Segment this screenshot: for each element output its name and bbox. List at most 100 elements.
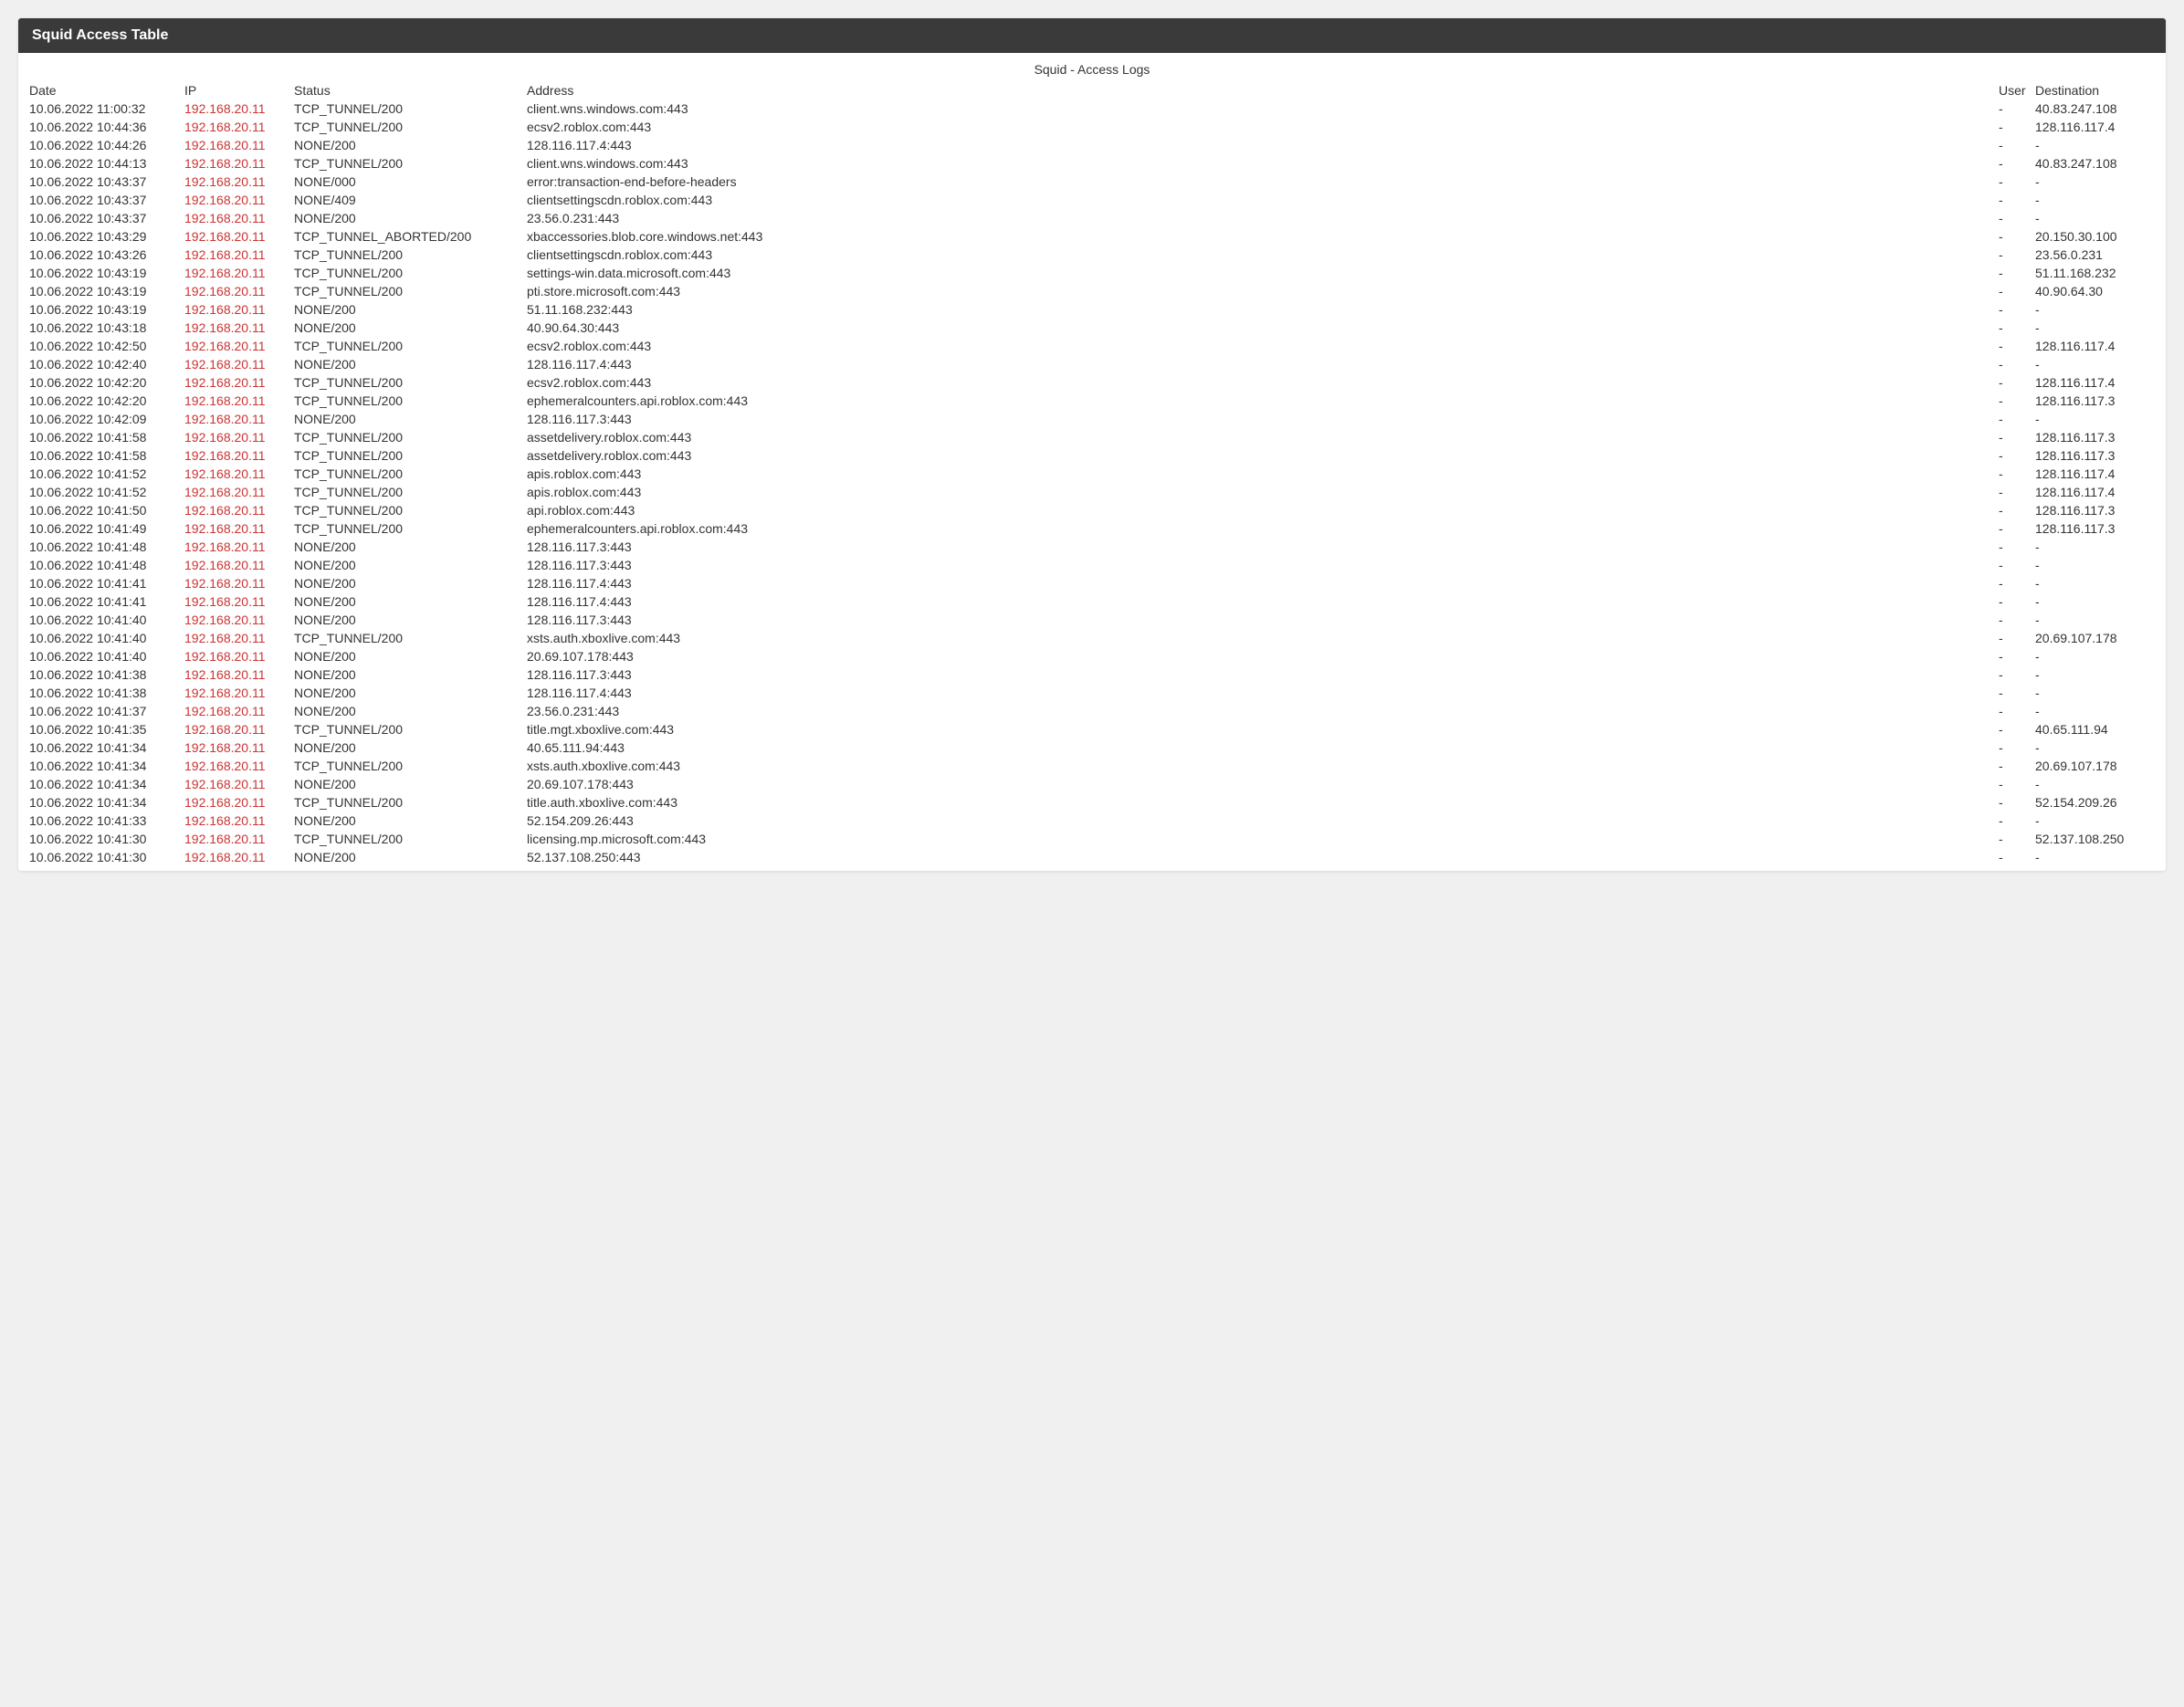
ip-link[interactable]: 192.168.20.11 (184, 156, 266, 171)
ip-link[interactable]: 192.168.20.11 (184, 193, 266, 207)
ip-link[interactable]: 192.168.20.11 (184, 704, 266, 718)
ip-link[interactable]: 192.168.20.11 (184, 430, 266, 445)
col-header-ip[interactable]: IP (183, 81, 292, 99)
cell-ip: 192.168.20.11 (183, 136, 292, 154)
cell-user: - (1997, 483, 2033, 501)
cell-address: 128.116.117.3:443 (525, 611, 1997, 629)
cell-destination: 20.69.107.178 (2033, 629, 2157, 647)
ip-link[interactable]: 192.168.20.11 (184, 211, 266, 225)
ip-link[interactable]: 192.168.20.11 (184, 284, 266, 298)
ip-link[interactable]: 192.168.20.11 (184, 832, 266, 846)
col-header-address[interactable]: Address (525, 81, 1997, 99)
cell-status: TCP_TUNNEL_ABORTED/200 (292, 227, 525, 246)
cell-address: 52.154.209.26:443 (525, 812, 1997, 830)
cell-address: ecsv2.roblox.com:443 (525, 373, 1997, 392)
cell-ip: 192.168.20.11 (183, 665, 292, 684)
cell-address: licensing.mp.microsoft.com:443 (525, 830, 1997, 848)
ip-link[interactable]: 192.168.20.11 (184, 539, 266, 554)
ip-link[interactable]: 192.168.20.11 (184, 631, 266, 645)
cell-address: 51.11.168.232:443 (525, 300, 1997, 319)
cell-address: 40.90.64.30:443 (525, 319, 1997, 337)
cell-user: - (1997, 665, 2033, 684)
cell-destination: 128.116.117.4 (2033, 465, 2157, 483)
ip-link[interactable]: 192.168.20.11 (184, 101, 266, 116)
cell-destination: - (2033, 574, 2157, 592)
cell-ip: 192.168.20.11 (183, 629, 292, 647)
ip-link[interactable]: 192.168.20.11 (184, 740, 266, 755)
cell-status: NONE/200 (292, 574, 525, 592)
ip-link[interactable]: 192.168.20.11 (184, 667, 266, 682)
ip-link[interactable]: 192.168.20.11 (184, 174, 266, 189)
ip-link[interactable]: 192.168.20.11 (184, 759, 266, 773)
ip-link[interactable]: 192.168.20.11 (184, 320, 266, 335)
cell-address: 40.65.111.94:443 (525, 738, 1997, 757)
ip-link[interactable]: 192.168.20.11 (184, 393, 266, 408)
ip-link[interactable]: 192.168.20.11 (184, 357, 266, 372)
cell-address: 20.69.107.178:443 (525, 775, 1997, 793)
col-header-user[interactable]: User (1997, 81, 2033, 99)
cell-ip: 192.168.20.11 (183, 227, 292, 246)
cell-date: 10.06.2022 10:41:30 (27, 848, 183, 866)
ip-link[interactable]: 192.168.20.11 (184, 521, 266, 536)
ip-link[interactable]: 192.168.20.11 (184, 266, 266, 280)
ip-link[interactable]: 192.168.20.11 (184, 558, 266, 572)
cell-destination: 128.116.117.4 (2033, 118, 2157, 136)
cell-destination: - (2033, 738, 2157, 757)
cell-status: TCP_TUNNEL/200 (292, 246, 525, 264)
ip-link[interactable]: 192.168.20.11 (184, 503, 266, 518)
ip-link[interactable]: 192.168.20.11 (184, 722, 266, 737)
ip-link[interactable]: 192.168.20.11 (184, 777, 266, 791)
cell-date: 10.06.2022 10:44:26 (27, 136, 183, 154)
ip-link[interactable]: 192.168.20.11 (184, 594, 266, 609)
ip-link[interactable]: 192.168.20.11 (184, 813, 266, 828)
ip-link[interactable]: 192.168.20.11 (184, 448, 266, 463)
cell-address: client.wns.windows.com:443 (525, 154, 1997, 173)
cell-user: - (1997, 757, 2033, 775)
ip-link[interactable]: 192.168.20.11 (184, 613, 266, 627)
cell-destination: 23.56.0.231 (2033, 246, 2157, 264)
ip-link[interactable]: 192.168.20.11 (184, 120, 266, 134)
cell-status: NONE/200 (292, 319, 525, 337)
ip-link[interactable]: 192.168.20.11 (184, 649, 266, 664)
cell-status: NONE/200 (292, 848, 525, 866)
cell-user: - (1997, 446, 2033, 465)
cell-status: TCP_TUNNEL/200 (292, 428, 525, 446)
cell-status: NONE/200 (292, 538, 525, 556)
ip-link[interactable]: 192.168.20.11 (184, 576, 266, 591)
cell-destination: 51.11.168.232 (2033, 264, 2157, 282)
cell-address: 128.116.117.4:443 (525, 574, 1997, 592)
cell-status: NONE/200 (292, 556, 525, 574)
cell-status: NONE/200 (292, 665, 525, 684)
cell-ip: 192.168.20.11 (183, 738, 292, 757)
table-row: 10.06.2022 11:00:32192.168.20.11TCP_TUNN… (27, 99, 2157, 118)
cell-address: 128.116.117.3:443 (525, 556, 1997, 574)
col-header-status[interactable]: Status (292, 81, 525, 99)
col-header-destination[interactable]: Destination (2033, 81, 2157, 99)
ip-link[interactable]: 192.168.20.11 (184, 339, 266, 353)
cell-destination: 128.116.117.3 (2033, 501, 2157, 519)
table-row: 10.06.2022 10:41:58192.168.20.11TCP_TUNN… (27, 446, 2157, 465)
ip-link[interactable]: 192.168.20.11 (184, 485, 266, 499)
panel-body: Squid - Access Logs Date IP Status Addre… (18, 53, 2166, 871)
ip-link[interactable]: 192.168.20.11 (184, 138, 266, 152)
ip-link[interactable]: 192.168.20.11 (184, 466, 266, 481)
cell-destination: 52.154.209.26 (2033, 793, 2157, 812)
cell-destination: - (2033, 300, 2157, 319)
cell-date: 10.06.2022 10:41:50 (27, 501, 183, 519)
ip-link[interactable]: 192.168.20.11 (184, 229, 266, 244)
ip-link[interactable]: 192.168.20.11 (184, 375, 266, 390)
ip-link[interactable]: 192.168.20.11 (184, 850, 266, 864)
table-row: 10.06.2022 10:42:20192.168.20.11TCP_TUNN… (27, 373, 2157, 392)
ip-link[interactable]: 192.168.20.11 (184, 795, 266, 810)
cell-user: - (1997, 191, 2033, 209)
col-header-date[interactable]: Date (27, 81, 183, 99)
cell-user: - (1997, 227, 2033, 246)
cell-destination: - (2033, 538, 2157, 556)
ip-link[interactable]: 192.168.20.11 (184, 302, 266, 317)
ip-link[interactable]: 192.168.20.11 (184, 412, 266, 426)
ip-link[interactable]: 192.168.20.11 (184, 247, 266, 262)
table-row: 10.06.2022 10:41:35192.168.20.11TCP_TUNN… (27, 720, 2157, 738)
ip-link[interactable]: 192.168.20.11 (184, 686, 266, 700)
cell-user: - (1997, 848, 2033, 866)
cell-date: 10.06.2022 10:41:41 (27, 592, 183, 611)
